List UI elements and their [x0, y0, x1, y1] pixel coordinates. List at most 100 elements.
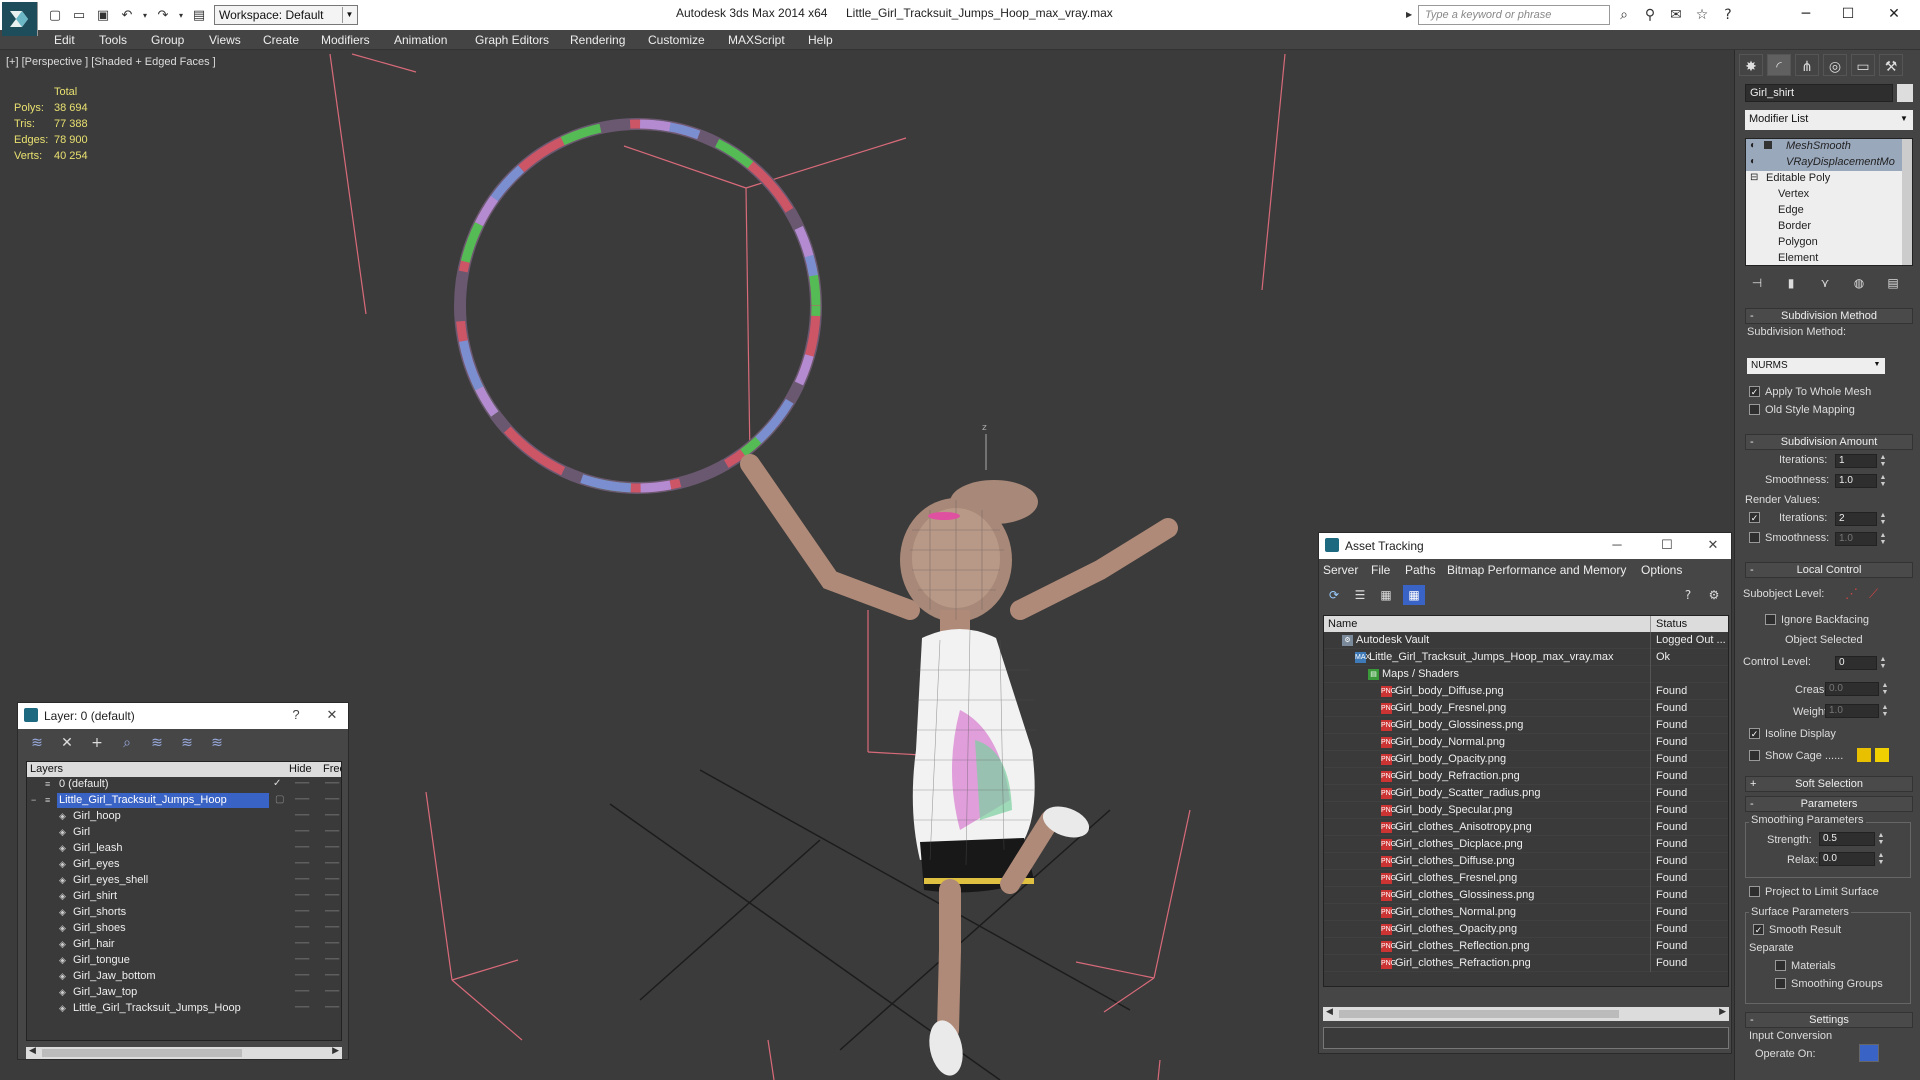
freeze-toggle[interactable]: ──: [325, 826, 339, 837]
scrollbar-thumb[interactable]: [42, 1049, 242, 1057]
cage-color-swatch[interactable]: [1857, 748, 1871, 762]
binoculars-icon[interactable]: ⌕: [1614, 5, 1634, 25]
spinner-arrows-icon[interactable]: ▲ ▼: [1881, 682, 1889, 696]
freeze-all-layers-icon[interactable]: ≋: [206, 733, 228, 753]
spinner-arrows-icon[interactable]: ▲ ▼: [1881, 704, 1889, 718]
layer-row-selected[interactable]: − ≡ Little_Girl_Tracksuit_Jumps_Hoop ▢ ─…: [27, 793, 341, 809]
layer-object-row[interactable]: ◈ Girl_eyes_shell ── ──: [27, 873, 341, 889]
stack-item-vraydisplacement[interactable]: ◐ VRayDisplacementMo: [1746, 155, 1912, 171]
asset-row[interactable]: PNG Girl_clothes_Diffuse.png Found: [1324, 853, 1728, 870]
communication-icon[interactable]: ✉: [1666, 5, 1686, 25]
menu-graph-editors[interactable]: Graph Editors: [475, 33, 549, 47]
undo-icon[interactable]: ↶: [116, 5, 138, 25]
help-icon[interactable]: ?: [1677, 585, 1699, 605]
asset-row[interactable]: PNG Girl_body_Normal.png Found: [1324, 734, 1728, 751]
freeze-toggle[interactable]: ──: [325, 970, 339, 981]
menu-rendering[interactable]: Rendering: [570, 33, 625, 47]
asset-row[interactable]: PNG Girl_body_Refraction.png Found: [1324, 768, 1728, 785]
asset-row[interactable]: PNG Girl_clothes_Refraction.png Found: [1324, 955, 1728, 972]
freeze-toggle[interactable]: ──: [325, 922, 339, 933]
layer-object-row[interactable]: ◈ Girl ── ──: [27, 825, 341, 841]
app-logo-button[interactable]: [2, 2, 38, 36]
hide-toggle[interactable]: ──: [295, 842, 309, 853]
asset-row[interactable]: PNG Girl_clothes_Fresnel.png Found: [1324, 870, 1728, 887]
vertex-subobject-icon[interactable]: ⋰: [1845, 586, 1858, 602]
menu-tools[interactable]: Tools: [99, 33, 127, 47]
asset-horizontal-scrollbar[interactable]: ◀ ▶: [1323, 1007, 1729, 1021]
stack-item-meshsmooth[interactable]: ◐ MeshSmooth: [1746, 139, 1912, 155]
stack-subitem-vertex[interactable]: Vertex: [1746, 187, 1912, 203]
rollout-settings[interactable]: - Settings: [1745, 1012, 1913, 1028]
lightbulb-icon[interactable]: ◐: [1750, 156, 1756, 167]
hide-toggle[interactable]: ──: [295, 970, 309, 981]
hide-toggle[interactable]: ──: [295, 810, 309, 821]
asset-row[interactable]: ⚙ Autodesk Vault Logged Out ...: [1324, 632, 1728, 649]
configure-sets-icon[interactable]: ▤: [1881, 272, 1905, 294]
hide-toggle[interactable]: ──: [295, 954, 309, 965]
asset-panel-title-bar[interactable]: Asset Tracking ─ ☐ ✕: [1319, 533, 1731, 559]
spinner-arrows-icon[interactable]: ▲ ▼: [1877, 832, 1885, 846]
search-expand-icon[interactable]: ▶: [1406, 6, 1416, 24]
rollout-parameters[interactable]: - Parameters: [1745, 796, 1913, 812]
hide-toggle[interactable]: ──: [295, 794, 309, 805]
settings-icon[interactable]: ⚙: [1703, 585, 1725, 605]
asset-row[interactable]: PNG Girl_clothes_Glossiness.png Found: [1324, 887, 1728, 904]
thumbnail-view-icon[interactable]: ▦: [1375, 585, 1397, 605]
hide-toggle[interactable]: ──: [295, 858, 309, 869]
hide-toggle[interactable]: ──: [295, 986, 309, 997]
column-layers[interactable]: Layers: [30, 763, 63, 775]
isoline-display-checkbox[interactable]: ✓: [1749, 728, 1760, 739]
layer-row[interactable]: ≡ 0 (default) ✓ ── ──: [27, 777, 341, 793]
layer-object-row[interactable]: ◈ Girl_eyes ── ──: [27, 857, 341, 873]
modifier-list-dropdown[interactable]: Modifier List ▼: [1745, 110, 1913, 130]
menu-group[interactable]: Group: [151, 33, 184, 47]
close-panel-button[interactable]: ✕: [322, 707, 342, 725]
smoothness-spinner[interactable]: 1.0: [1835, 474, 1877, 488]
freeze-toggle[interactable]: ──: [325, 794, 339, 805]
menu-edit[interactable]: Edit: [54, 33, 75, 47]
hide-toggle[interactable]: ──: [295, 938, 309, 949]
new-file-icon[interactable]: ▢: [44, 5, 66, 25]
scroll-right-icon[interactable]: ▶: [332, 1046, 339, 1056]
asset-row[interactable]: PNG Girl_clothes_Opacity.png Found: [1324, 921, 1728, 938]
redo-icon[interactable]: ↷: [152, 5, 174, 25]
asset-menu-bitmap-performance[interactable]: Bitmap Performance and Memory: [1447, 563, 1626, 577]
asset-row[interactable]: MAX Little_Girl_Tracksuit_Jumps_Hoop_max_…: [1324, 649, 1728, 666]
spinner-arrows-icon[interactable]: ▲ ▼: [1879, 532, 1887, 546]
asset-row[interactable]: PNG Girl_clothes_Normal.png Found: [1324, 904, 1728, 921]
layer-object-row[interactable]: ◈ Girl_hoop ── ──: [27, 809, 341, 825]
scroll-left-icon[interactable]: ◀: [29, 1046, 36, 1056]
modify-tab-icon[interactable]: ◜: [1767, 54, 1791, 76]
freeze-toggle[interactable]: ──: [325, 810, 339, 821]
column-freeze[interactable]: Free: [323, 763, 341, 775]
menu-help[interactable]: Help: [808, 33, 833, 47]
remove-modifier-icon[interactable]: ◍: [1847, 272, 1871, 294]
column-name[interactable]: Name: [1328, 618, 1357, 630]
collapse-icon[interactable]: ⊟: [1750, 172, 1758, 183]
weight-spinner[interactable]: 1.0: [1825, 704, 1879, 718]
minimize-button[interactable]: ─: [1786, 2, 1826, 26]
minimize-panel-button[interactable]: ─: [1607, 537, 1627, 555]
hide-toggle[interactable]: ──: [295, 1002, 309, 1013]
asset-row[interactable]: PNG Girl_body_Opacity.png Found: [1324, 751, 1728, 768]
close-panel-button[interactable]: ✕: [1703, 537, 1723, 555]
operate-on-faces-button[interactable]: [1859, 1044, 1879, 1062]
layer-object-row[interactable]: ◈ Girl_tongue ── ──: [27, 953, 341, 969]
freeze-toggle[interactable]: ──: [325, 890, 339, 901]
active-layer-box-icon[interactable]: ▢: [275, 794, 284, 805]
asset-row[interactable]: PNG Girl_clothes_Dicplace.png Found: [1324, 836, 1728, 853]
menu-animation[interactable]: Animation: [394, 33, 447, 47]
column-hide[interactable]: Hide: [289, 763, 312, 775]
menu-maxscript[interactable]: MAXScript: [728, 33, 785, 47]
stack-scrollbar[interactable]: [1902, 139, 1912, 265]
maximize-button[interactable]: ☐: [1828, 2, 1868, 26]
scrollbar-thumb[interactable]: [1339, 1010, 1619, 1018]
hide-toggle[interactable]: ──: [295, 922, 309, 933]
spinner-arrows-icon[interactable]: ▲ ▼: [1877, 852, 1885, 866]
iterations-spinner[interactable]: 1: [1835, 454, 1877, 468]
freeze-toggle[interactable]: ──: [325, 778, 339, 789]
workspace-dropdown[interactable]: Workspace: Default ▼: [214, 5, 358, 25]
freeze-toggle[interactable]: ──: [325, 954, 339, 965]
layer-object-row[interactable]: ◈ Girl_Jaw_top ── ──: [27, 985, 341, 1001]
menu-views[interactable]: Views: [209, 33, 241, 47]
